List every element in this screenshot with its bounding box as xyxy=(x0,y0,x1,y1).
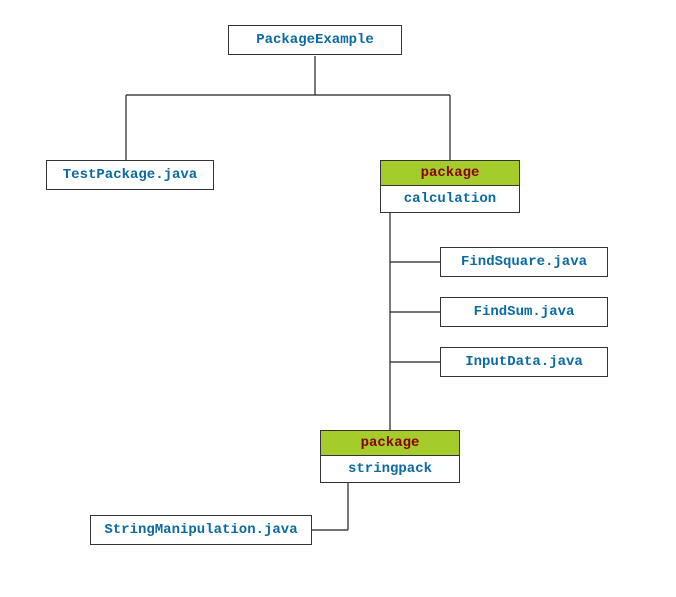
package-header: package xyxy=(381,161,519,186)
node-package-calculation: package calculation xyxy=(380,160,520,213)
package-name: calculation xyxy=(381,186,519,212)
label: FindSquare.java xyxy=(461,254,587,270)
node-package-example: PackageExample xyxy=(228,25,402,55)
node-findsum: FindSum.java xyxy=(440,297,608,327)
node-package-stringpack: package stringpack xyxy=(320,430,460,483)
label: PackageExample xyxy=(256,32,374,48)
node-stringmanipulation: StringManipulation.java xyxy=(90,515,312,545)
package-header: package xyxy=(321,431,459,456)
label: FindSum.java xyxy=(474,304,575,320)
node-inputdata: InputData.java xyxy=(440,347,608,377)
label: StringManipulation.java xyxy=(104,522,297,538)
node-testpackage: TestPackage.java xyxy=(46,160,214,190)
node-findsquare: FindSquare.java xyxy=(440,247,608,277)
label: InputData.java xyxy=(465,354,583,370)
package-name: stringpack xyxy=(321,456,459,482)
label: TestPackage.java xyxy=(63,167,197,183)
